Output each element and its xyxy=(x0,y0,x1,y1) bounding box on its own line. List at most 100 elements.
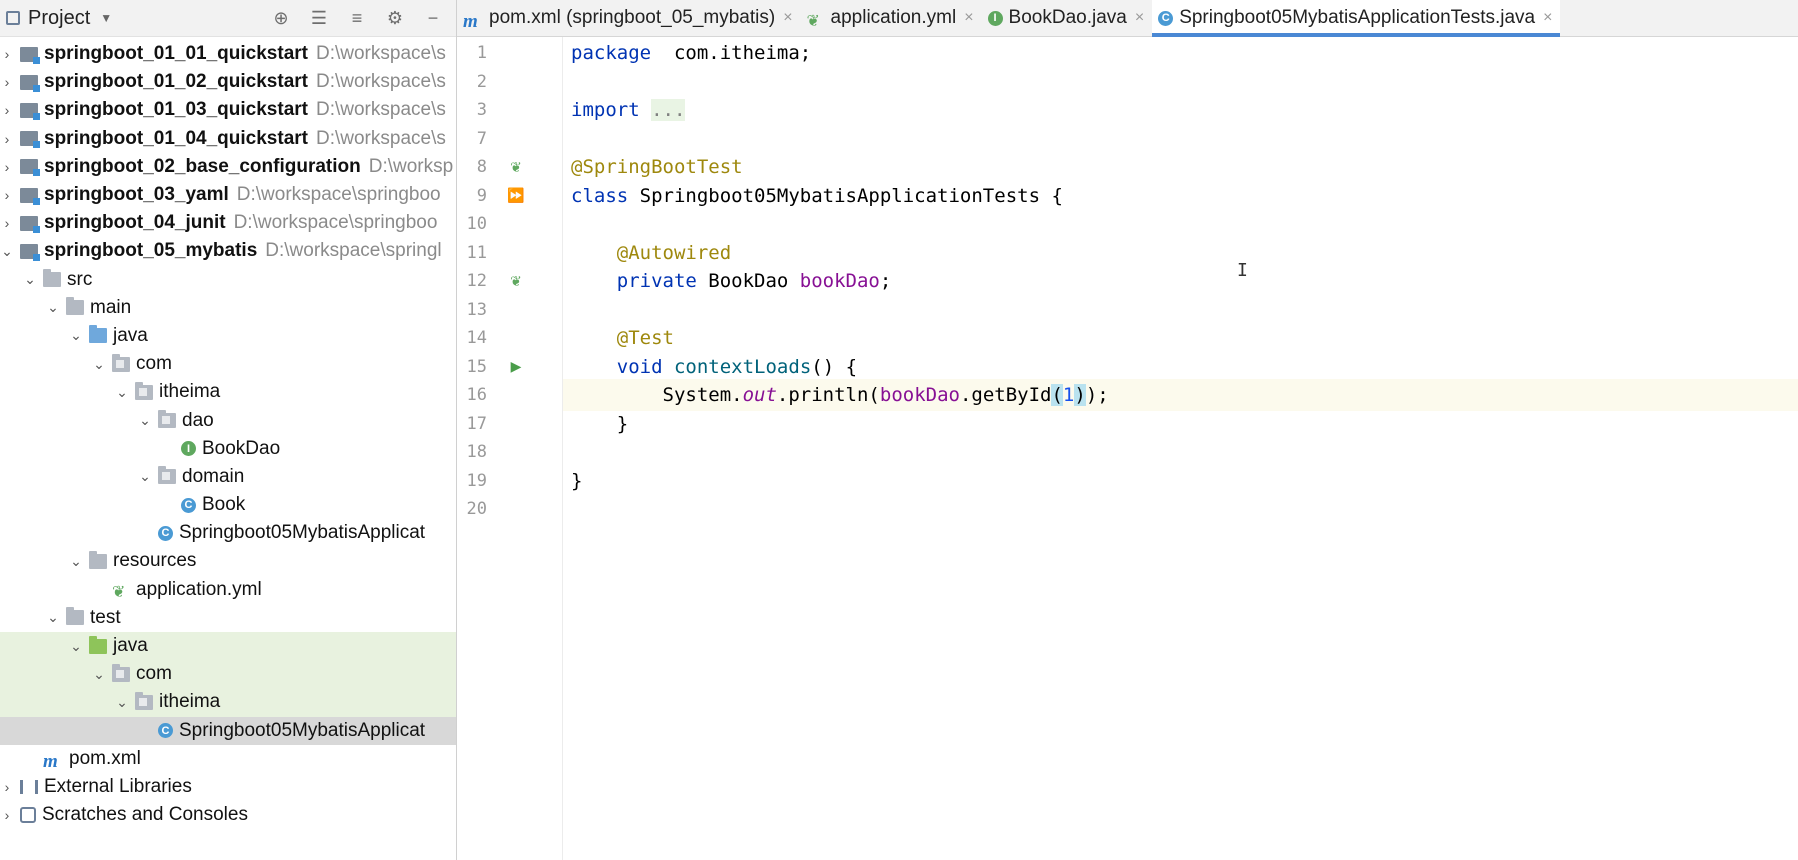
chevron-down-icon[interactable]: ⌄ xyxy=(69,638,83,655)
chevron-right-icon[interactable]: › xyxy=(0,46,14,62)
text-cursor-icon: I xyxy=(1237,260,1248,281)
code-line[interactable] xyxy=(563,208,1798,240)
code-line[interactable]: class Springboot05MybatisApplicationTest… xyxy=(563,180,1798,212)
tree-item[interactable]: ⌄ java xyxy=(0,322,456,350)
tab-label: BookDao.java xyxy=(1008,7,1127,28)
expand-all-icon[interactable]: ☰ xyxy=(306,5,332,31)
tree-item[interactable]: I BookDao xyxy=(0,435,456,463)
tree-item[interactable]: ⌄ src xyxy=(0,266,456,294)
tree-item[interactable]: ⌄ com xyxy=(0,350,456,378)
spring-bean-icon[interactable]: ❦ xyxy=(507,151,525,183)
chevron-down-icon[interactable]: ⌄ xyxy=(115,694,129,711)
tree-item[interactable]: ⌄ test xyxy=(0,604,456,632)
close-icon[interactable]: × xyxy=(964,9,973,27)
code-line[interactable]: } xyxy=(563,465,1798,497)
run-icon[interactable]: ▶ xyxy=(507,351,525,383)
tree-item[interactable]: › Scratches and Consoles xyxy=(0,801,456,829)
code-line[interactable]: System.out.println(bookDao.getById(1)); xyxy=(563,379,1798,411)
chevron-right-icon[interactable]: › xyxy=(0,807,14,823)
folder-icon xyxy=(89,550,107,569)
chevron-right-icon[interactable]: › xyxy=(0,102,14,118)
collapse-all-icon[interactable]: ≡ xyxy=(344,5,370,31)
close-icon[interactable]: × xyxy=(783,9,792,27)
tree-item[interactable]: ⌄ itheima xyxy=(0,688,456,717)
chevron-down-icon[interactable]: ⌄ xyxy=(23,271,37,288)
code-line[interactable] xyxy=(563,294,1798,326)
editor-tab[interactable]: ❦ application.yml × xyxy=(801,0,982,36)
tree-item[interactable]: C Springboot05MybatisApplicat xyxy=(0,716,456,745)
code-line[interactable]: import ... xyxy=(563,94,1798,126)
tree-item[interactable]: › springboot_01_01_quickstart D:\workspace… xyxy=(0,40,456,68)
code-line[interactable]: void contextLoads() { xyxy=(563,351,1798,383)
code-line[interactable]: @Autowired xyxy=(563,237,1798,269)
tree-item[interactable]: ⌄ itheima xyxy=(0,378,456,406)
chevron-right-icon[interactable]: › xyxy=(0,779,14,795)
tree-item[interactable]: ⌄ resources xyxy=(0,547,456,575)
tree-item-label: springboot_03_yaml xyxy=(44,184,229,206)
minimize-icon[interactable]: − xyxy=(420,5,446,31)
tree-item[interactable]: ⌄ springboot_05_mybatis D:\workspace\sprin… xyxy=(0,237,456,265)
tree-item[interactable]: › springboot_01_04_quickstart D:\workspace… xyxy=(0,125,456,153)
code-line[interactable]: private BookDao bookDao; xyxy=(563,265,1798,297)
chevron-down-icon[interactable]: ⌄ xyxy=(46,609,60,626)
autowire-icon[interactable]: ❦ xyxy=(507,265,525,297)
chevron-down-icon[interactable]: ⌄ xyxy=(92,666,106,683)
code-token: @Test xyxy=(616,327,674,349)
tree-item[interactable]: › springboot_01_02_quickstart D:\workspace… xyxy=(0,68,456,96)
tree-item[interactable]: ⌄ dao xyxy=(0,406,456,434)
chevron-down-icon[interactable]: ⌄ xyxy=(92,356,106,373)
tree-item[interactable]: ⌄ main xyxy=(0,294,456,322)
code-line[interactable] xyxy=(563,436,1798,468)
chevron-right-icon[interactable]: › xyxy=(0,131,14,147)
gear-icon[interactable]: ⚙ xyxy=(382,5,408,31)
code-editor[interactable]: 1 2 3 7 8 ❦ 9 ⏩ 10 11 12 ❦ 13 14 15 ▶ 16 17 18 19 20 package… xyxy=(457,37,1798,860)
line-number: 13 xyxy=(466,299,487,320)
tree-item[interactable]: ⌄ java xyxy=(0,631,456,661)
tree-item[interactable]: C Springboot05MybatisApplicat xyxy=(0,519,456,547)
tree-item[interactable]: ⌄ domain xyxy=(0,463,456,491)
code-line[interactable] xyxy=(563,493,1798,525)
editor-tab[interactable]: C Springboot05MybatisApplicationTests.jav… xyxy=(1152,0,1561,37)
chevron-down-icon[interactable]: ⌄ xyxy=(138,412,152,429)
chevron-down-icon[interactable]: ⌄ xyxy=(69,327,83,344)
code-line[interactable]: @SpringBootTest xyxy=(563,151,1798,183)
tree-item[interactable]: › springboot_03_yaml D:\workspace\springbo… xyxy=(0,181,456,209)
code-line[interactable]: package com.itheima; xyxy=(563,37,1798,69)
tree-item[interactable]: › External Libraries xyxy=(0,773,456,801)
close-icon[interactable]: × xyxy=(1135,9,1144,27)
code-line[interactable]: } xyxy=(563,408,1798,440)
code-line[interactable] xyxy=(563,66,1798,98)
chevron-down-icon[interactable]: ⌄ xyxy=(138,468,152,485)
tree-item-label: Book xyxy=(202,494,246,516)
close-icon[interactable]: × xyxy=(1543,9,1552,27)
editor-gutter: 1 2 3 7 8 ❦ 9 ⏩ 10 11 12 ❦ 13 14 15 ▶ 16 17 18 19 20 xyxy=(457,37,563,860)
project-panel-title[interactable]: Project xyxy=(28,7,90,30)
chevron-down-icon[interactable]: ⌄ xyxy=(69,553,83,570)
tree-item[interactable]: › springboot_04_junit D:\workspace\springb… xyxy=(0,209,456,237)
chevron-down-icon[interactable]: ▼ xyxy=(100,11,112,25)
chevron-down-icon[interactable]: ⌄ xyxy=(115,384,129,401)
tree-item[interactable]: m pom.xml xyxy=(0,745,456,773)
chevron-right-icon[interactable]: › xyxy=(0,159,14,175)
tree-item-label: springboot_04_junit xyxy=(44,212,226,234)
chevron-down-icon[interactable]: ⌄ xyxy=(0,243,14,260)
run-all-icon[interactable]: ⏩ xyxy=(507,180,525,212)
code-line[interactable]: @Test xyxy=(563,322,1798,354)
tree-item[interactable]: ⌄ com xyxy=(0,660,456,689)
tree-item[interactable]: ❦ application.yml xyxy=(0,576,456,604)
code-line[interactable] xyxy=(563,123,1798,155)
tree-item[interactable]: › springboot_01_03_quickstart D:\workspace… xyxy=(0,96,456,124)
editor-tab[interactable]: I BookDao.java × xyxy=(982,0,1153,36)
code-area[interactable]: package com.itheima; import ... @SpringBoo… xyxy=(563,37,1798,860)
editor-tab[interactable]: m pom.xml (springboot_05_mybatis) × xyxy=(457,0,801,36)
tree-item-path: D:\workspace\s xyxy=(315,99,446,121)
locate-icon[interactable]: ⊕ xyxy=(268,5,294,31)
chevron-right-icon[interactable]: › xyxy=(0,187,14,203)
chevron-down-icon[interactable]: ⌄ xyxy=(46,299,60,316)
line-number: 9 xyxy=(476,185,487,206)
spring-class-icon: C xyxy=(1158,10,1174,26)
tree-item[interactable]: C Book xyxy=(0,491,456,519)
tree-item[interactable]: › springboot_02_base_configuration D:\work… xyxy=(0,153,456,181)
chevron-right-icon[interactable]: › xyxy=(0,215,14,231)
chevron-right-icon[interactable]: › xyxy=(0,74,14,90)
